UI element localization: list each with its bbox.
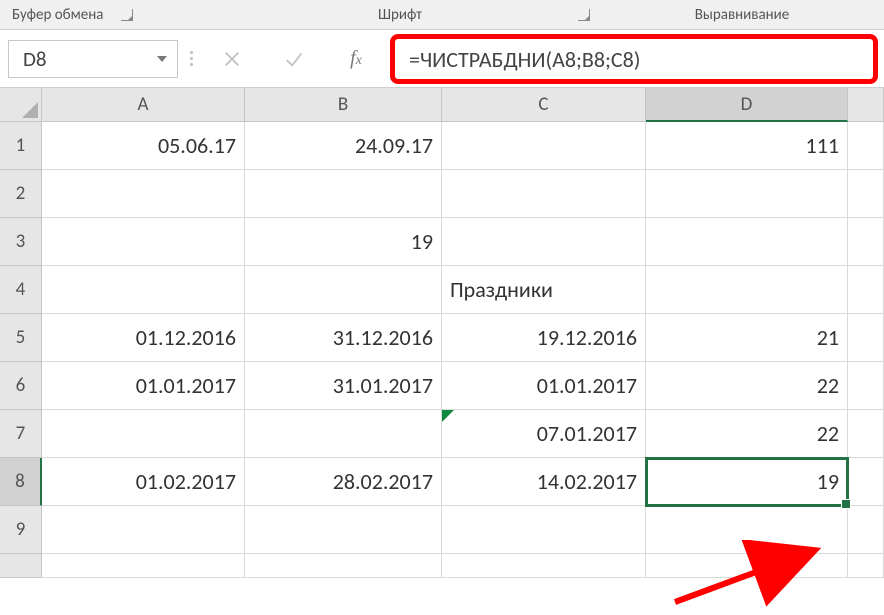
col-header-c[interactable]: C <box>442 88 646 122</box>
divider <box>184 40 198 77</box>
cell[interactable] <box>42 410 245 458</box>
row-4: 4 Праздники <box>0 266 884 314</box>
cell[interactable]: 05.06.17 <box>42 122 245 170</box>
cell[interactable]: 01.01.2017 <box>42 362 245 410</box>
dialog-launcher-icon[interactable] <box>121 9 133 21</box>
cell[interactable] <box>646 170 848 218</box>
row-header[interactable] <box>0 554 42 578</box>
col-header-d[interactable]: D <box>646 88 848 122</box>
cell[interactable] <box>245 170 442 218</box>
ribbon-label-clipboard: Буфер обмена <box>12 6 103 24</box>
row-10 <box>0 554 884 578</box>
cell[interactable]: 07.01.2017 <box>442 410 646 458</box>
cell[interactable] <box>42 266 245 314</box>
cell[interactable]: 22 <box>646 362 848 410</box>
cell[interactable] <box>245 266 442 314</box>
row-9: 9 <box>0 506 884 554</box>
cell[interactable]: 14.02.2017 <box>442 458 646 506</box>
row-header[interactable]: 6 <box>0 362 42 410</box>
row-header[interactable]: 3 <box>0 218 42 266</box>
col-header-b[interactable]: B <box>245 88 442 122</box>
insert-function-button[interactable]: fx <box>328 40 384 77</box>
cell[interactable]: 01.02.2017 <box>42 458 245 506</box>
ribbon-group-alignment: Выравнивание <box>600 0 884 29</box>
cell[interactable] <box>646 506 848 554</box>
row-2: 2 <box>0 170 884 218</box>
row-8: 8 01.02.2017 28.02.2017 14.02.2017 19 <box>0 458 884 506</box>
row-header[interactable]: 9 <box>0 506 42 554</box>
formula-text: =ЧИСТРАБДНИ(A8;B8;C8) <box>409 46 640 73</box>
cell[interactable]: Праздники <box>442 266 646 314</box>
ribbon-label-alignment: Выравнивание <box>695 6 790 24</box>
cell[interactable] <box>848 362 884 410</box>
ribbon-group-clipboard: Буфер обмена <box>0 0 200 29</box>
name-box[interactable]: D8 <box>8 40 178 78</box>
cell[interactable]: 01.01.2017 <box>442 362 646 410</box>
row-7: 7 07.01.2017 22 <box>0 410 884 458</box>
cancel-formula-button[interactable] <box>204 40 260 77</box>
cell[interactable] <box>42 170 245 218</box>
cell[interactable] <box>646 218 848 266</box>
cell[interactable] <box>442 506 646 554</box>
spreadsheet-grid: A B C D 1 05.06.17 24.09.17 111 2 3 19 <box>0 88 884 578</box>
cell[interactable]: 19.12.2016 <box>442 314 646 362</box>
row-header[interactable]: 2 <box>0 170 42 218</box>
formula-input[interactable]: =ЧИСТРАБДНИ(A8;B8;C8) <box>390 34 878 84</box>
row-header[interactable]: 5 <box>0 314 42 362</box>
row-1: 1 05.06.17 24.09.17 111 <box>0 122 884 170</box>
select-all-corner[interactable] <box>0 88 42 122</box>
cell[interactable] <box>848 218 884 266</box>
name-box-value: D8 <box>23 46 47 72</box>
dialog-launcher-icon[interactable] <box>578 9 590 21</box>
cell[interactable]: 01.12.2016 <box>42 314 245 362</box>
cell[interactable] <box>442 218 646 266</box>
row-6: 6 01.01.2017 31.01.2017 01.01.2017 22 <box>0 362 884 410</box>
cell[interactable]: 21 <box>646 314 848 362</box>
row-header[interactable]: 7 <box>0 410 42 458</box>
cell[interactable] <box>848 314 884 362</box>
cell[interactable] <box>848 170 884 218</box>
cell[interactable] <box>646 554 848 578</box>
cell[interactable] <box>245 410 442 458</box>
cell[interactable] <box>442 170 646 218</box>
chevron-down-icon[interactable] <box>157 56 167 62</box>
row-header[interactable]: 4 <box>0 266 42 314</box>
fx-icon: fx <box>350 47 362 70</box>
cell[interactable] <box>848 458 884 506</box>
grid-rows: 1 05.06.17 24.09.17 111 2 3 19 4 <box>0 122 884 578</box>
cell-selected[interactable]: 19 <box>646 458 848 506</box>
row-header[interactable]: 1 <box>0 122 42 170</box>
cell[interactable] <box>848 266 884 314</box>
row-header[interactable]: 8 <box>0 458 42 506</box>
formula-bar: D8 fx =ЧИСТРАБДНИ(A8;B8;C8) <box>0 30 884 88</box>
row-3: 3 19 <box>0 218 884 266</box>
cell[interactable] <box>42 506 245 554</box>
cell[interactable]: 28.02.2017 <box>245 458 442 506</box>
cell[interactable] <box>848 554 884 578</box>
cell[interactable] <box>442 554 646 578</box>
cell[interactable]: 19 <box>245 218 442 266</box>
cell[interactable] <box>442 122 646 170</box>
cell[interactable] <box>42 554 245 578</box>
column-headers: A B C D <box>0 88 884 122</box>
cell[interactable]: 111 <box>646 122 848 170</box>
cell[interactable]: 31.12.2016 <box>245 314 442 362</box>
cell[interactable]: 24.09.17 <box>245 122 442 170</box>
cell[interactable] <box>245 506 442 554</box>
cell[interactable] <box>848 506 884 554</box>
ribbon-group-labels: Буфер обмена Шрифт Выравнивание <box>0 0 884 30</box>
cell[interactable] <box>245 554 442 578</box>
cell[interactable] <box>646 266 848 314</box>
cell[interactable]: 22 <box>646 410 848 458</box>
col-header-e[interactable] <box>848 88 884 122</box>
cell[interactable] <box>42 218 245 266</box>
col-header-a[interactable]: A <box>42 88 245 122</box>
ribbon-group-font: Шрифт <box>200 0 600 29</box>
enter-formula-button[interactable] <box>266 40 322 77</box>
ribbon-label-font: Шрифт <box>378 6 422 24</box>
cell[interactable] <box>848 410 884 458</box>
row-5: 5 01.12.2016 31.12.2016 19.12.2016 21 <box>0 314 884 362</box>
cell[interactable]: 31.01.2017 <box>245 362 442 410</box>
cell[interactable] <box>848 122 884 170</box>
